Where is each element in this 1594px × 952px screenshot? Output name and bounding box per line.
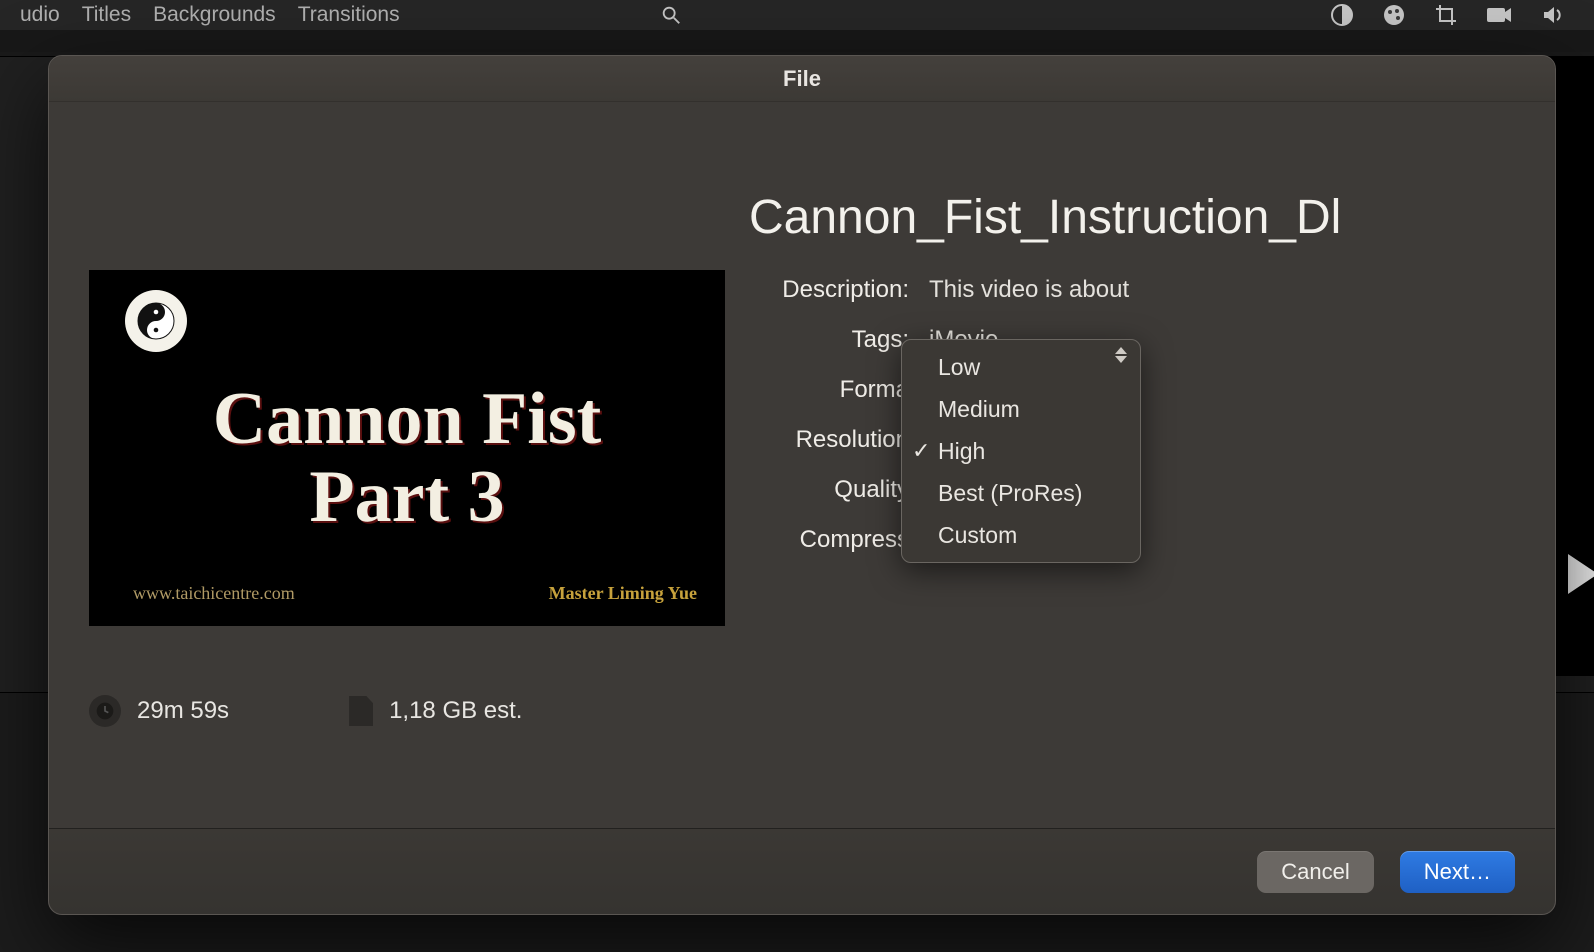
magnifier-icon[interactable] [660, 4, 682, 26]
quality-option-best-label: Best (ProRes) [938, 480, 1082, 507]
background-strip [0, 30, 1594, 52]
contrast-icon[interactable] [1330, 3, 1354, 27]
export-stats: 29m 59s 1,18 GB est. [89, 695, 522, 727]
clock-icon [89, 695, 121, 727]
quality-option-low-label: Low [938, 354, 980, 381]
filesize-value: 1,18 GB est. [389, 697, 522, 725]
play-icon[interactable] [1568, 554, 1594, 594]
dialog-footer: Cancel Next… [49, 828, 1555, 914]
select-stepper-icon[interactable] [1115, 347, 1127, 363]
dialog-body: Cannon Fist Part 3 www.taichicentre.com … [49, 102, 1555, 828]
dialog-titlebar: File [49, 56, 1555, 102]
cancel-button[interactable]: Cancel [1257, 851, 1373, 893]
quality-option-medium[interactable]: Medium [902, 388, 1140, 430]
thumbnail-website: www.taichicentre.com [133, 583, 295, 604]
quality-option-low[interactable]: Low [902, 346, 1140, 388]
next-button[interactable]: Next… [1400, 851, 1515, 893]
resolution-label: Resolution [749, 426, 909, 454]
speaker-icon[interactable] [1540, 3, 1564, 27]
description-row: Description: This video is about [749, 265, 1515, 315]
duration-value: 29m 59s [137, 697, 229, 725]
crop-icon[interactable] [1434, 3, 1458, 27]
quality-option-high-label: High [938, 438, 985, 465]
thumbnail-master: Master Liming Yue [549, 583, 697, 604]
quality-option-best[interactable]: Best (ProRes) [902, 472, 1140, 514]
quality-option-high[interactable]: ✓ High [902, 430, 1140, 472]
thumbnail-title-line1: Cannon Fist [213, 378, 602, 460]
quality-label: Quality [749, 476, 909, 504]
description-label: Description: [749, 276, 909, 304]
bg-tab-transitions[interactable]: Transitions [298, 3, 400, 27]
duration-stat: 29m 59s [89, 695, 229, 727]
background-toolbar-right-icons [1330, 0, 1594, 30]
taichi-logo-icon [125, 290, 187, 352]
bg-tab-titles[interactable]: Titles [82, 3, 131, 27]
dialog-title: File [783, 66, 821, 92]
quality-dropdown-menu[interactable]: Low Medium ✓ High Best (ProRes) Custom [901, 339, 1141, 563]
compress-label: Compress [749, 526, 909, 554]
palette-icon[interactable] [1382, 3, 1406, 27]
quality-option-custom[interactable]: Custom [902, 514, 1140, 556]
quality-option-custom-label: Custom [938, 522, 1017, 549]
bg-tab-backgrounds[interactable]: Backgrounds [153, 3, 276, 27]
file-icon [349, 696, 373, 726]
thumbnail-title: Cannon Fist Part 3 [213, 381, 602, 536]
tags-label: Tags: [749, 326, 909, 354]
thumbnail-title-line2: Part 3 [309, 456, 504, 538]
project-name: Cannon_Fist_Instruction_Dl [749, 190, 1515, 245]
checkmark-icon: ✓ [912, 438, 930, 464]
bg-tab-audio[interactable]: udio [20, 3, 60, 27]
camera-icon[interactable] [1486, 5, 1512, 25]
export-file-dialog: File Cannon Fist Part 3 www.taichicentre… [48, 55, 1556, 915]
description-field[interactable]: This video is about [909, 276, 1129, 304]
quality-option-medium-label: Medium [938, 396, 1020, 423]
format-label: Forma [749, 376, 909, 404]
filesize-stat: 1,18 GB est. [349, 696, 522, 726]
export-thumbnail: Cannon Fist Part 3 www.taichicentre.com … [89, 270, 725, 626]
